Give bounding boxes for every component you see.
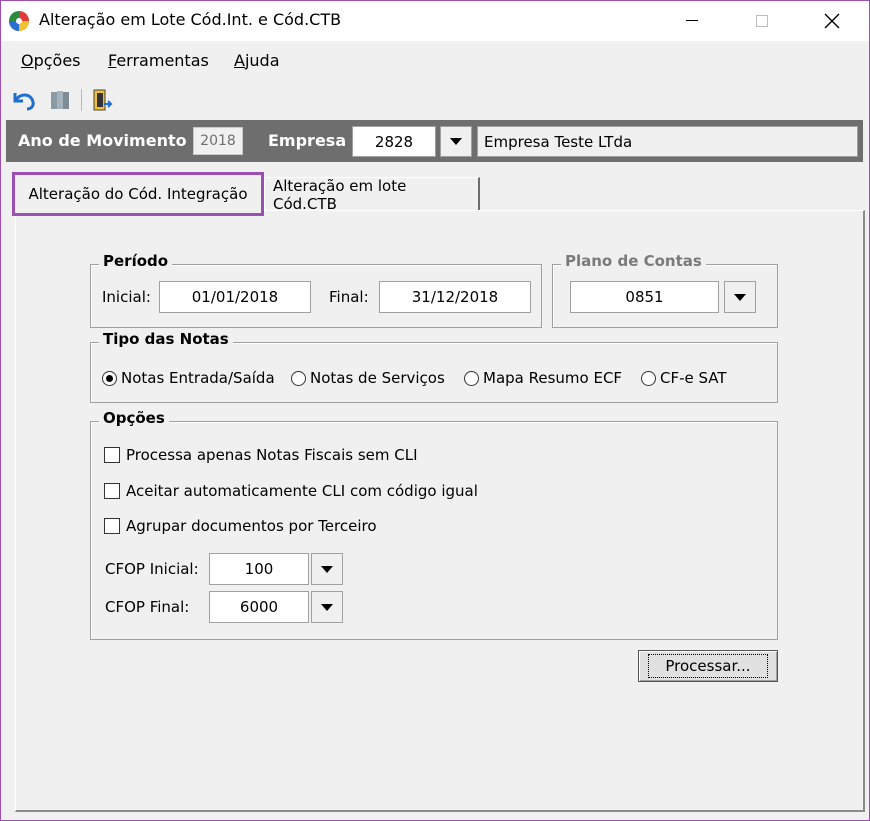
chevron-down-icon <box>450 138 462 145</box>
book-icon[interactable] <box>47 88 73 112</box>
header-bar: Ano de Movimento 2018 Empresa 2828 Empre… <box>6 120 863 162</box>
checkbox-agrupar-terceiro[interactable]: Agrupar documentos por Terceiro <box>104 517 377 535</box>
exit-door-icon[interactable] <box>89 88 115 112</box>
final-label: Final: <box>329 288 369 306</box>
window-title: Alteração em Lote Cód.Int. e Cód.CTB <box>39 10 342 29</box>
app-window: Alteração em Lote Cód.Int. e Cód.CTB Opç… <box>0 0 870 821</box>
menu-opcoes[interactable]: Opções <box>21 51 81 70</box>
chevron-down-icon <box>734 293 746 301</box>
maximize-icon <box>756 15 768 27</box>
maximize-button[interactable] <box>739 1 785 41</box>
cfop-inicial-dropdown-button[interactable] <box>311 553 343 585</box>
cfop-final-input[interactable]: 6000 <box>209 591 309 623</box>
radio-cfe-sat[interactable]: CF-e SAT <box>641 369 727 387</box>
inicial-label: Inicial: <box>102 288 151 306</box>
empresa-name-field: Empresa Teste LTda <box>477 126 858 157</box>
chevron-down-icon <box>321 565 333 573</box>
final-date-input[interactable]: 31/12/2018 <box>379 281 531 313</box>
menu-ajuda[interactable]: Ajuda <box>234 51 280 70</box>
tipo-notas-title: Tipo das Notas <box>99 330 233 348</box>
cfop-final-dropdown-button[interactable] <box>311 591 343 623</box>
empresa-dropdown-button[interactable] <box>440 126 472 157</box>
plano-contas-title: Plano de Contas <box>561 252 706 270</box>
tab-alteracao-cod-integracao[interactable]: Alteração do Cód. Integração <box>12 172 264 216</box>
plano-contas-dropdown-button[interactable] <box>724 281 756 313</box>
app-logo-icon <box>9 11 29 31</box>
empresa-code-field[interactable]: 2828 <box>352 126 436 157</box>
toolbar-separator <box>81 89 82 111</box>
radio-selected-dot <box>106 374 113 382</box>
checkbox-aceitar-cli-igual[interactable]: Aceitar automaticamente CLI com código i… <box>104 482 478 500</box>
radio-notas-entrada-saida[interactable]: Notas Entrada/Saída <box>102 369 275 387</box>
cfop-final-label: CFOP Final: <box>105 598 190 616</box>
radio-notas-servicos[interactable]: Notas de Serviços <box>291 369 445 387</box>
title-bar: Alteração em Lote Cód.Int. e Cód.CTB <box>1 1 869 41</box>
menu-ferramentas[interactable]: Ferramentas <box>108 51 209 70</box>
menu-bar: Opções Ferramentas Ajuda <box>1 41 869 81</box>
empresa-label: Empresa <box>268 131 347 150</box>
radio-mapa-resumo-ecf[interactable]: Mapa Resumo ECF <box>464 369 622 387</box>
cfop-inicial-input[interactable]: 100 <box>209 553 309 585</box>
ano-field: 2018 <box>193 127 243 155</box>
close-button[interactable] <box>809 1 855 41</box>
processar-button[interactable]: Processar... <box>638 650 778 682</box>
tab-alteracao-lote-cod-ctb[interactable]: Alteração em lote Cód.CTB <box>264 177 480 213</box>
periodo-title: Período <box>99 252 173 270</box>
close-icon <box>824 13 840 29</box>
ano-label: Ano de Movimento <box>18 131 187 150</box>
undo-icon[interactable] <box>11 88 37 112</box>
inicial-date-input[interactable]: 01/01/2018 <box>159 281 311 313</box>
toolbar <box>1 81 869 119</box>
minimize-icon <box>686 20 698 21</box>
opcoes-title: Opções <box>99 409 169 427</box>
chevron-down-icon <box>321 603 333 611</box>
checkbox-processa-sem-cli[interactable]: Processa apenas Notas Fiscais sem CLI <box>104 446 418 464</box>
cfop-inicial-label: CFOP Inicial: <box>105 560 199 578</box>
plano-contas-input[interactable]: 0851 <box>570 281 719 313</box>
minimize-button[interactable] <box>669 1 715 41</box>
